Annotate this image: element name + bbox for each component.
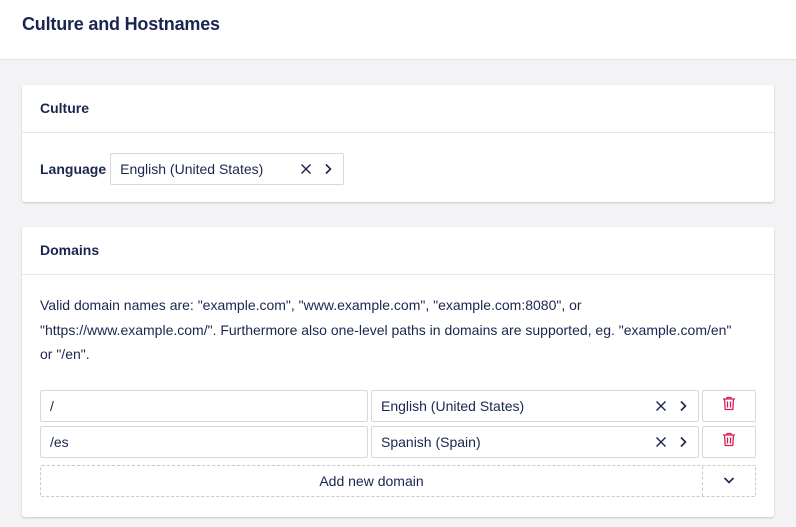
trash-icon <box>722 396 736 416</box>
domain-language-picker[interactable]: Spanish (Spain) <box>371 426 699 458</box>
delete-domain-button[interactable] <box>702 390 756 422</box>
trash-icon <box>722 432 736 452</box>
chevron-right-icon[interactable] <box>674 397 692 415</box>
domain-language-value: English (United States) <box>381 398 525 414</box>
page-title: Culture and Hostnames <box>22 14 220 34</box>
add-new-domain-button[interactable]: Add new domain <box>41 466 703 496</box>
culture-panel: Culture Language English (United States) <box>22 85 774 202</box>
domain-input[interactable] <box>40 426 368 458</box>
language-label: Language <box>40 161 107 177</box>
close-icon[interactable] <box>652 397 670 415</box>
page-header: Culture and Hostnames <box>0 0 796 60</box>
delete-domain-button[interactable] <box>702 426 756 458</box>
language-picker[interactable]: English (United States) <box>110 153 345 185</box>
language-value: English (United States) <box>120 161 264 177</box>
chevron-down-icon <box>723 472 735 490</box>
domain-row: Spanish (Spain) <box>40 426 756 458</box>
close-icon[interactable] <box>652 433 670 451</box>
add-domain-options-button[interactable] <box>703 466 755 496</box>
culture-panel-title: Culture <box>22 85 774 133</box>
domain-row: English (United States) <box>40 390 756 422</box>
close-icon[interactable] <box>297 160 315 178</box>
chevron-right-icon[interactable] <box>319 160 337 178</box>
add-domain-group: Add new domain <box>40 465 756 497</box>
domains-description: Valid domain names are: "example.com", "… <box>40 297 732 362</box>
domain-input[interactable] <box>40 390 368 422</box>
domain-language-picker[interactable]: English (United States) <box>371 390 699 422</box>
chevron-right-icon[interactable] <box>674 433 692 451</box>
domains-panel-title: Domains <box>22 227 774 275</box>
domain-language-value: Spanish (Spain) <box>381 434 481 450</box>
language-row: Language English (United States) <box>40 153 345 185</box>
domains-panel: Domains Valid domain names are: "example… <box>22 227 774 517</box>
